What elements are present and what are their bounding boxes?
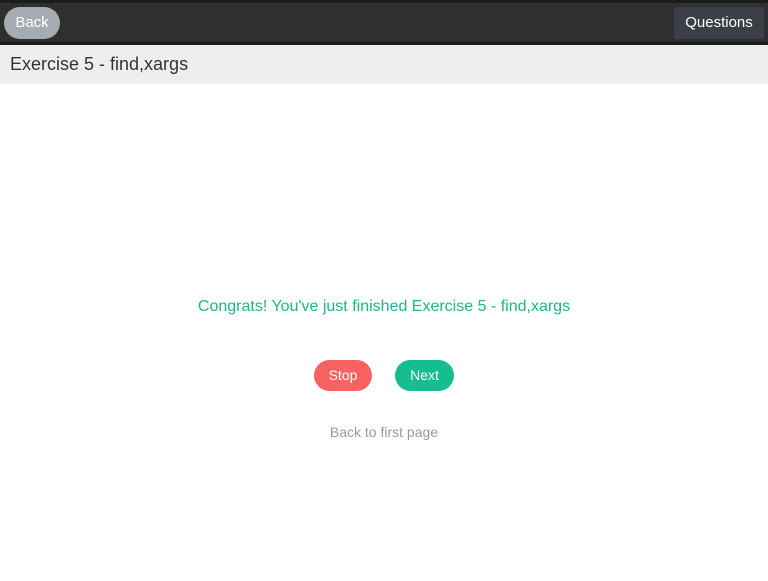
back-button[interactable]: Back bbox=[4, 7, 60, 39]
back-to-first-page-link[interactable]: Back to first page bbox=[0, 424, 768, 440]
questions-button[interactable]: Questions bbox=[674, 7, 764, 39]
page-title: Exercise 5 - find,xargs bbox=[0, 45, 768, 84]
congrats-message: Congrats! You've just finished Exercise … bbox=[197, 298, 571, 315]
action-buttons: Stop Next bbox=[0, 360, 768, 391]
result-panel: Congrats! You've just finished Exercise … bbox=[0, 84, 768, 581]
stop-button[interactable]: Stop bbox=[314, 360, 372, 391]
next-button[interactable]: Next bbox=[395, 360, 454, 391]
top-navigation-bar: Back Questions bbox=[0, 0, 768, 45]
